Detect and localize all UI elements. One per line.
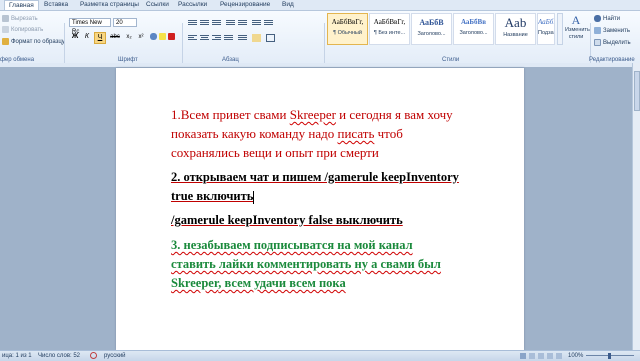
cursor-arrow-icon — [594, 39, 601, 46]
paragraph-4-line-3: Skreeper, всем удачи всем пока — [171, 276, 346, 290]
paragraph-2-line-1: 2. открываем чат и пишем /gamerule keepI… — [171, 170, 459, 184]
highlight-icon — [159, 33, 166, 40]
style-title[interactable]: Aab Название — [495, 13, 536, 45]
paragraph-3-line-1: /gamerule keepInventory false выключить — [171, 213, 403, 227]
change-styles-button[interactable]: A Изменить стили — [565, 13, 590, 41]
tab-page-layout[interactable]: Разметка страницы — [80, 0, 139, 10]
binoculars-icon — [594, 15, 601, 22]
align-right-icon[interactable] — [212, 34, 221, 42]
style-subtitle[interactable]: АаБбВв Подзагол... — [537, 13, 555, 45]
ribbon: Вырезать Копировать Формат по образцу фе… — [0, 10, 640, 72]
pilcrow-icon[interactable] — [264, 19, 273, 27]
superscript-button[interactable]: x² — [136, 32, 146, 42]
style-normal[interactable]: АаБбВвГг, ¶ Обычный — [327, 13, 368, 45]
strikethrough-button[interactable]: abc — [110, 32, 120, 42]
styles-scroll[interactable] — [557, 13, 563, 45]
ribbon-tabs: Главная Вставка Разметка страницы Ссылки… — [0, 0, 640, 11]
web-layout-icon[interactable] — [538, 353, 544, 359]
status-bar: ица: 1 из 1 Число слов: 52 русский 100% — [0, 350, 640, 361]
cut-button[interactable]: Вырезать — [2, 15, 38, 22]
sort-icon[interactable] — [252, 19, 261, 27]
copy-icon — [2, 26, 9, 33]
italic-button[interactable]: К — [82, 32, 92, 42]
style-heading-1[interactable]: АаБбВ Заголово... — [411, 13, 452, 45]
underline-button[interactable]: Ч — [94, 32, 106, 44]
select-button[interactable]: Выделить — [594, 39, 631, 46]
paragraph-3: /gamerule keepInventory false выключить — [171, 211, 403, 230]
font-color-icon — [168, 33, 175, 40]
paragraph-2-line-2: true включить — [171, 189, 255, 204]
text-cursor — [253, 190, 255, 204]
ruler — [0, 63, 632, 67]
replace-button[interactable]: Заменить — [594, 27, 630, 34]
full-screen-icon[interactable] — [529, 353, 535, 359]
paragraph-1: 1.Всем привет свами Skreeper и сегодня я… — [171, 105, 453, 162]
borders-icon[interactable] — [266, 34, 275, 42]
align-center-icon[interactable] — [200, 34, 209, 42]
change-styles-icon: A — [571, 13, 581, 27]
print-layout-icon[interactable] — [520, 353, 526, 359]
paragraph-4: 3. незабываем подписыватся на мой канал … — [171, 236, 441, 293]
style-heading-2[interactable]: АаБбВв Заголово... — [453, 13, 494, 45]
multilevel-icon[interactable] — [212, 19, 221, 27]
find-button[interactable]: Найти — [594, 15, 620, 22]
bullets-icon[interactable] — [188, 19, 197, 27]
paragraph-1-line-3: сохранялись вещи и опыт при смерти — [171, 145, 379, 160]
tab-mailings[interactable]: Рассылки — [178, 0, 207, 10]
replace-icon — [594, 27, 601, 34]
tab-view[interactable]: Вид — [282, 0, 294, 10]
paragraph-4-line-1: 3. незабываем подписыватся на мой канал — [171, 238, 413, 252]
vertical-scrollbar[interactable] — [632, 63, 640, 350]
align-left-icon[interactable] — [188, 34, 197, 42]
brush-icon — [2, 38, 9, 45]
decrease-indent-icon[interactable] — [226, 19, 235, 27]
scrollbar-thumb[interactable] — [634, 71, 640, 111]
format-painter-button[interactable]: Формат по образцу — [2, 38, 65, 45]
copy-button[interactable]: Копировать — [2, 26, 43, 33]
zoom-slider-thumb[interactable] — [608, 353, 611, 359]
tab-review[interactable]: Рецензирование — [220, 0, 270, 10]
justify-icon[interactable] — [224, 34, 233, 42]
increase-indent-icon[interactable] — [238, 19, 247, 27]
bold-button[interactable]: Ж — [70, 32, 80, 42]
paragraph-4-line-2: ставить лайки комментировать ну а свами … — [171, 257, 441, 271]
text-effects-icon[interactable] — [150, 33, 175, 40]
font-size-select[interactable]: 20 — [113, 18, 137, 27]
paragraph-1-line-2: показать какую команду надо писать чтоб — [171, 126, 403, 141]
paragraph-1-line-1: 1.Всем привет свами Skreeper и сегодня я… — [171, 107, 453, 122]
style-no-spacing[interactable]: АаБбВвГг, ¶ Без инте... — [369, 13, 410, 45]
proofing-icon[interactable] — [90, 352, 97, 359]
tab-references[interactable]: Ссылки — [146, 0, 169, 10]
draft-icon[interactable] — [556, 353, 562, 359]
font-name-select[interactable]: Times New Rc — [69, 18, 111, 35]
paragraph-2: 2. открываем чат и пишем /gamerule keepI… — [171, 168, 459, 206]
shading-icon[interactable] — [252, 34, 261, 42]
numbering-icon[interactable] — [200, 19, 209, 27]
tab-insert[interactable]: Вставка — [44, 0, 68, 10]
outline-icon[interactable] — [547, 353, 553, 359]
subscript-button[interactable]: x₂ — [124, 32, 134, 42]
line-spacing-icon[interactable] — [238, 34, 247, 42]
scissors-icon — [2, 15, 9, 22]
